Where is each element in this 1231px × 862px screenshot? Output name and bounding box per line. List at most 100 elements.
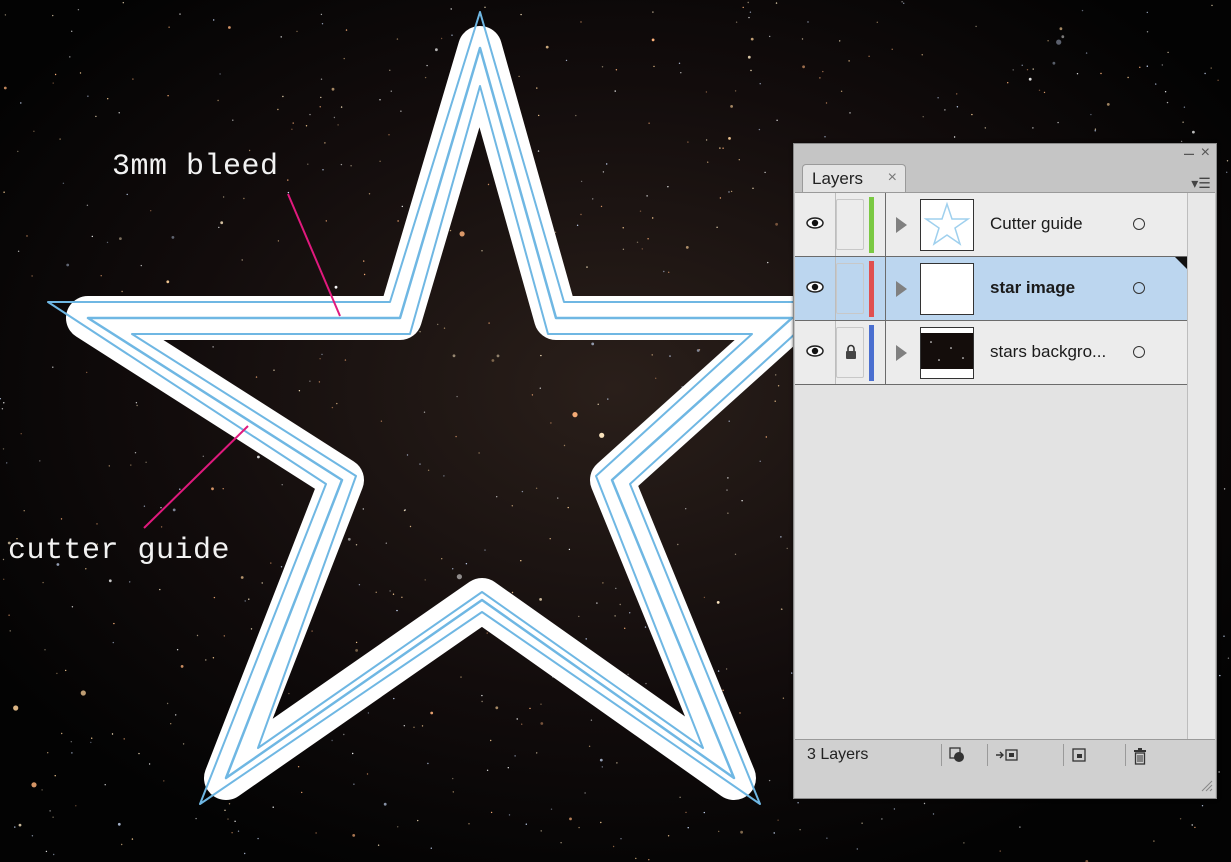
star-dot (3, 191, 5, 193)
star-dot (1155, 83, 1157, 85)
new-sublayer-button[interactable] (987, 744, 1025, 766)
star-dot (311, 630, 313, 632)
star-dot (211, 487, 214, 491)
resize-grip-icon[interactable] (1199, 778, 1213, 792)
make-clipping-mask-button[interactable] (941, 744, 969, 766)
close-icon[interactable]: × (888, 169, 897, 187)
star-dot (403, 509, 406, 512)
star-dot (377, 844, 380, 846)
star-dot (615, 587, 617, 590)
star-dot (53, 853, 55, 856)
star-dot (241, 259, 243, 261)
star-dot (106, 241, 109, 244)
star-dot (667, 186, 669, 188)
star-dot (521, 723, 523, 725)
star-dot (126, 193, 128, 196)
layer-row-star-image[interactable]: star image (795, 257, 1187, 321)
star-dot (426, 64, 428, 67)
star-dot (134, 452, 137, 454)
star-dot (549, 538, 551, 540)
star-dot (379, 160, 381, 162)
star-dot (775, 374, 777, 376)
scrollbar[interactable] (1187, 193, 1215, 739)
star-dot (903, 2, 905, 4)
star-dot (272, 806, 274, 808)
tab-layers[interactable]: Layers × (802, 164, 906, 192)
visibility-toggle[interactable] (795, 257, 836, 320)
lock-toggle[interactable] (836, 199, 864, 250)
star-dot (222, 196, 225, 198)
target-icon[interactable] (1133, 282, 1145, 294)
star-dot (75, 805, 77, 807)
star-dot (727, 512, 729, 514)
layer-row-stars-background[interactable]: stars backgro... (795, 321, 1187, 385)
star-dot (807, 21, 809, 23)
star-dot (511, 591, 514, 594)
layer-name[interactable]: stars backgro... (990, 342, 1106, 362)
star-dot (1194, 826, 1196, 829)
star-dot (368, 193, 371, 195)
star-dot (213, 596, 216, 599)
star-dot (999, 850, 1001, 852)
star-dot (716, 226, 718, 228)
target-icon[interactable] (1133, 346, 1145, 358)
star-dot (33, 130, 35, 132)
expand-triangle-icon[interactable] (896, 281, 907, 297)
star-dot (768, 779, 771, 782)
star-dot (86, 371, 88, 374)
panel-menu-icon[interactable]: ▾☰ (1188, 174, 1214, 192)
star-dot (168, 26, 170, 28)
star-dot (244, 852, 246, 855)
star-dot (20, 433, 22, 435)
star-dot (481, 700, 483, 703)
star-dot (849, 112, 851, 114)
star-dot (91, 235, 94, 238)
target-icon[interactable] (1133, 218, 1145, 230)
star-dot (248, 598, 250, 600)
star-dot (118, 112, 120, 114)
layer-name[interactable]: star image (990, 278, 1075, 298)
star-dot (119, 237, 122, 241)
star-dot (750, 37, 754, 41)
layer-row-cutter-guide[interactable]: Cutter guide (795, 193, 1187, 257)
expand-triangle-icon[interactable] (896, 345, 907, 361)
star-dot (69, 56, 71, 58)
star-dot (44, 649, 46, 651)
close-panel-icon[interactable]: × (1201, 144, 1210, 162)
star-dot (443, 327, 446, 329)
visibility-toggle[interactable] (795, 193, 836, 256)
star-dot (228, 803, 231, 805)
star-dot (320, 78, 323, 80)
star-dot (716, 601, 720, 604)
star-dot (41, 789, 43, 791)
star-dot (653, 65, 655, 68)
minimize-icon[interactable]: – (1184, 144, 1194, 162)
star-dot (601, 766, 603, 768)
layer-color-swatch (869, 197, 874, 253)
star-dot (540, 703, 542, 705)
star-dot (54, 73, 57, 76)
layer-name[interactable]: Cutter guide (990, 214, 1083, 234)
delete-layer-button[interactable] (1125, 744, 1159, 766)
star-dot (572, 412, 578, 418)
panel-titlebar[interactable]: – × (794, 144, 1216, 164)
lock-toggle[interactable] (836, 327, 864, 378)
star-dot (747, 1, 749, 4)
lock-toggle[interactable] (836, 263, 864, 314)
star-dot (80, 690, 86, 696)
new-layer-button[interactable] (1063, 744, 1097, 766)
star-dot (383, 802, 387, 806)
star-dot (217, 99, 219, 102)
star-dot (602, 582, 604, 584)
star-dot (687, 827, 689, 829)
star-dot (277, 108, 279, 111)
star-dot (759, 460, 761, 462)
star-dot (441, 558, 443, 560)
expand-triangle-icon[interactable] (896, 217, 907, 233)
star-dot (31, 835, 34, 837)
star-dot (195, 817, 197, 820)
star-dot (355, 641, 358, 644)
star-dot (1219, 674, 1221, 677)
visibility-toggle[interactable] (795, 321, 836, 384)
star-dot (1081, 9, 1084, 12)
